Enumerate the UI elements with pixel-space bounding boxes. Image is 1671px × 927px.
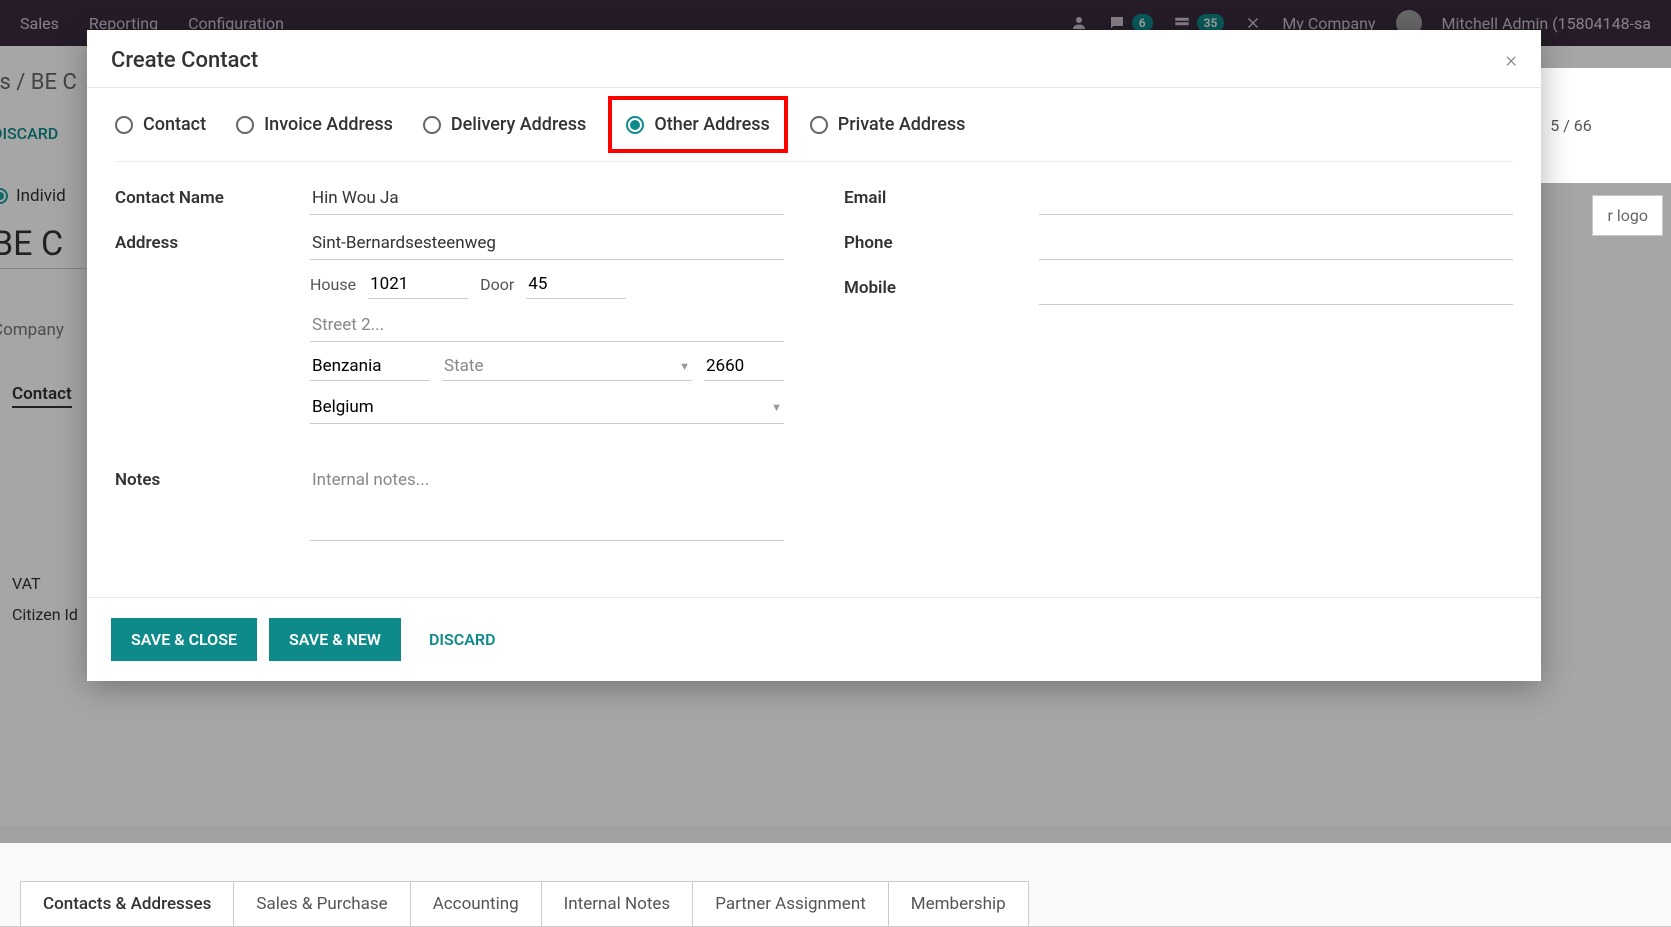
tab-membership[interactable]: Membership <box>888 881 1029 926</box>
door-input[interactable] <box>526 270 626 299</box>
phone-input[interactable] <box>1039 227 1513 260</box>
logo-placeholder[interactable]: r logo <box>1592 195 1663 236</box>
radio-contact[interactable]: Contact <box>115 114 206 135</box>
country-value: Belgium <box>312 397 374 417</box>
chevron-down-icon: ▼ <box>679 360 690 373</box>
tab-accounting[interactable]: Accounting <box>410 881 542 926</box>
address-type-radios: Contact Invoice Address Delivery Address… <box>115 110 1513 162</box>
notes-label: Notes <box>115 464 310 490</box>
mobile-label: Mobile <box>844 272 1039 298</box>
radio-other-label: Other Address <box>654 114 769 135</box>
radio-private-address[interactable]: Private Address <box>810 114 966 135</box>
contact-name-input[interactable] <box>310 182 784 215</box>
tab-contacts-addresses[interactable]: Contacts & Addresses <box>20 881 234 926</box>
close-icon[interactable]: × <box>1505 48 1517 73</box>
email-label: Email <box>844 182 1039 208</box>
radio-invoice-label: Invoice Address <box>264 114 393 135</box>
tab-internal-notes[interactable]: Internal Notes <box>541 881 694 926</box>
create-contact-modal: Create Contact × Contact Invoice Address… <box>87 30 1541 681</box>
save-close-button[interactable]: SAVE & CLOSE <box>111 618 257 661</box>
house-label: House <box>310 275 356 294</box>
street-input[interactable] <box>310 227 784 260</box>
address-label: Address <box>115 227 310 253</box>
state-select[interactable]: State ▼ <box>442 352 692 381</box>
radio-private-label: Private Address <box>838 114 966 135</box>
notes-input[interactable] <box>310 464 784 541</box>
tab-sales-purchase[interactable]: Sales & Purchase <box>233 881 410 926</box>
city-input[interactable] <box>310 352 430 381</box>
radio-contact-label: Contact <box>143 114 206 135</box>
contact-name-label: Contact Name <box>115 182 310 208</box>
bottom-tabs: Contacts & Addresses Sales & Purchase Ac… <box>0 881 1671 927</box>
radio-invoice-address[interactable]: Invoice Address <box>236 114 393 135</box>
tab-partner-assignment[interactable]: Partner Assignment <box>692 881 889 926</box>
save-new-button[interactable]: SAVE & NEW <box>269 618 401 661</box>
country-select[interactable]: Belgium ▼ <box>310 391 784 424</box>
modal-title: Create Contact <box>111 48 258 73</box>
mobile-input[interactable] <box>1039 272 1513 305</box>
street2-input[interactable] <box>310 309 784 342</box>
chevron-down-icon: ▼ <box>771 401 782 414</box>
zip-input[interactable] <box>704 352 784 381</box>
radio-delivery-address[interactable]: Delivery Address <box>423 114 586 135</box>
radio-other-address[interactable]: Other Address <box>626 114 769 135</box>
door-label: Door <box>480 275 514 294</box>
highlight-other-address: Other Address <box>608 96 787 153</box>
house-input[interactable] <box>368 270 468 299</box>
phone-label: Phone <box>844 227 1039 253</box>
email-input[interactable] <box>1039 182 1513 215</box>
radio-delivery-label: Delivery Address <box>451 114 586 135</box>
discard-button[interactable]: DISCARD <box>413 618 512 661</box>
